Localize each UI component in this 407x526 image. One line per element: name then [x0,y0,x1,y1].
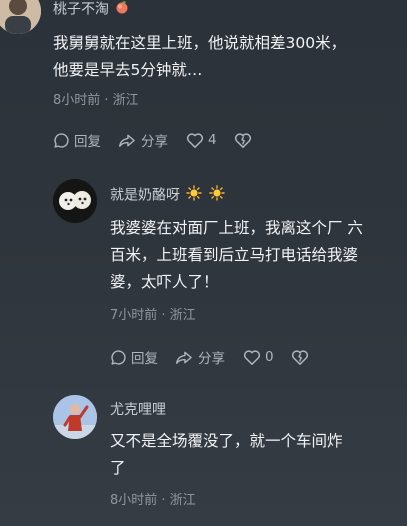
avatar[interactable] [53,179,97,223]
username[interactable]: 尤克哩哩 [110,401,166,419]
comment-text: 我婆婆在对面厂上班，我离这个厂 六 百米，上班看到后立马打电话给我婆 婆，太吓人… [110,215,402,296]
comment-text-line: 了 [110,459,126,477]
username[interactable]: 桃子不淘 [53,0,129,19]
comment-actions: 回复 分享 4 [53,129,252,151]
comment-text-line: 婆，太吓人了！ [110,273,219,291]
share-button[interactable]: 分享 [174,347,225,367]
comment-item: 尤克哩哩 又不是全场覆没了，就一个车间炸 了 8小时前 · 浙江 [0,388,407,526]
comment-text-line: 他要是早去5分钟就… [53,61,203,79]
reply-button[interactable]: 回复 [110,347,158,367]
sun-emoji [209,185,225,206]
share-label: 分享 [141,134,168,150]
comment-text-line: 我舅舅就在这里上班，他说就相差300米， [53,34,347,52]
username[interactable]: 就是奶酪呀 [110,185,225,206]
like-button[interactable]: 0 [243,349,274,366]
reply-label: 回复 [74,134,101,150]
dislike-button[interactable] [234,132,252,149]
share-button[interactable]: 分享 [117,130,168,150]
heart-icon [186,132,204,148]
comment-item: 桃子不淘 我舅舅就在这里上班，他说就相差300米， 他要是早去5分钟就… 8小时… [0,0,407,160]
heart-icon [243,349,261,365]
reply-button[interactable]: 回复 [53,130,101,150]
comment-meta: 8小时前 · 浙江 [53,93,139,108]
avatar[interactable] [0,0,41,34]
dislike-button[interactable] [291,349,309,366]
like-count: 4 [208,132,217,148]
comment-meta: 8小时前 · 浙江 [110,493,196,508]
comment-bubble-icon [111,349,126,365]
comment-actions: 回复 分享 0 [110,346,309,368]
comment-text-line: 百米，上班看到后立马打电话给我婆 [110,246,359,264]
peach-emoji [115,0,129,19]
like-button[interactable]: 4 [186,132,217,149]
broken-heart-icon [291,349,308,365]
comment-text-line: 我婆婆在对面厂上班，我离这个厂 六 [110,219,363,237]
comment-text-line: 又不是全场覆没了，就一个车间炸 [110,432,343,450]
share-arrow-icon [119,134,135,147]
avatar[interactable] [53,395,97,439]
comment-item: 就是奶酪呀 我婆婆在对面厂上班，我离这个厂 六 百米，上班看到后立马打电话给我婆… [0,170,407,380]
comment-meta: 7小时前 · 浙江 [110,308,196,323]
comment-text: 又不是全场覆没了，就一个车间炸 了 [110,428,402,482]
sun-emoji [186,185,203,206]
comment-bubble-icon [54,132,69,148]
reply-label: 回复 [131,351,158,367]
comment-text: 我舅舅就在这里上班，他说就相差300米， 他要是早去5分钟就… [53,30,403,84]
like-count: 0 [265,349,274,365]
share-label: 分享 [198,351,225,367]
share-arrow-icon [176,351,192,364]
broken-heart-icon [234,132,251,148]
